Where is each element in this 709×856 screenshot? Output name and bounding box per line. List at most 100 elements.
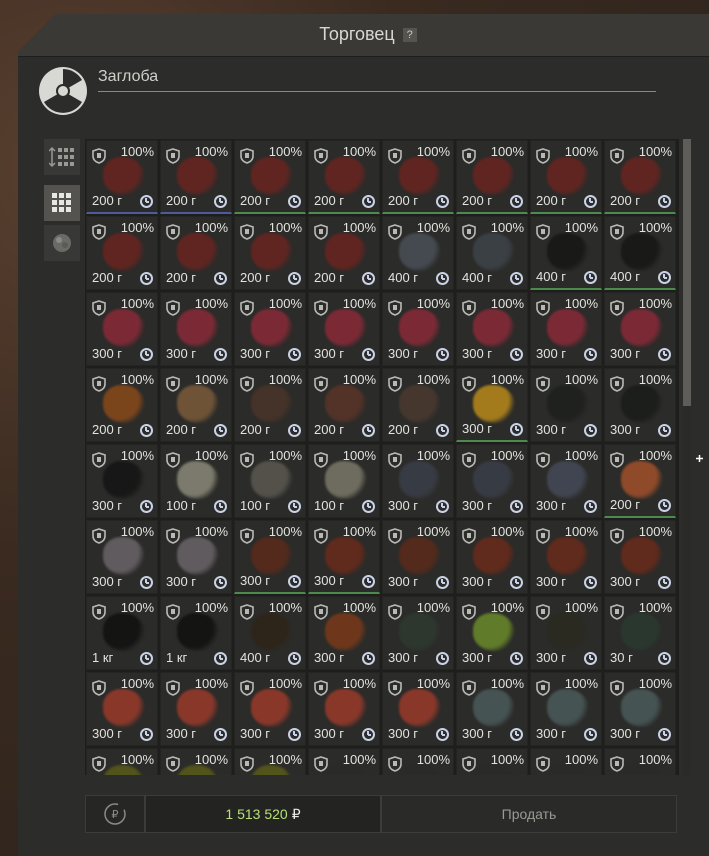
inventory-item[interactable]: 100% 300 г [530,672,602,746]
inventory-item[interactable]: 100% 300 г [456,368,528,442]
inventory-item[interactable]: 100% 400 г [234,596,306,670]
inventory-item[interactable]: 100% 300 г [234,672,306,746]
item-weight: 300 г [536,422,567,437]
inventory-item[interactable]: 100% 400 г [456,216,528,290]
clock-icon [362,652,375,665]
inventory-item[interactable]: 100% 300 г [604,292,676,366]
shield-icon [314,756,328,772]
inventory-item[interactable]: 100% 200 г [234,368,306,442]
inventory-item[interactable]: 100% 400 г [382,216,454,290]
inventory-item[interactable]: 100% [86,748,158,775]
inventory-item[interactable]: 100% 200 г [234,216,306,290]
inventory-item[interactable]: 100% 300 г [160,520,232,594]
inventory-item[interactable]: 100% 30 г [604,596,676,670]
sell-button[interactable]: Продать [381,795,677,833]
clock-icon [214,272,227,285]
inventory-item[interactable]: 100% 1 кг [160,596,232,670]
inventory-item[interactable]: 100% 300 г [456,292,528,366]
inventory-item[interactable]: 100% 200 г [382,368,454,442]
clock-icon [362,575,375,588]
inventory-item[interactable]: 100% 300 г [530,368,602,442]
title-bar[interactable]: Торговец? [18,14,709,57]
inventory-item[interactable]: 100% 300 г [382,520,454,594]
inventory-item[interactable]: 100% 300 г [604,368,676,442]
shield-icon [388,452,402,468]
inventory-item[interactable]: 100% 1 кг [86,596,158,670]
inventory-item[interactable]: 100% 200 г [86,140,158,214]
radiation-icon [39,67,87,115]
inventory-item[interactable]: 100% 300 г [530,520,602,594]
inventory-item[interactable]: 100% 100 г [160,444,232,518]
inventory-item[interactable]: 100% 300 г [382,596,454,670]
inventory-item[interactable]: 100% 300 г [530,444,602,518]
inventory-item[interactable]: 100% 300 г [308,596,380,670]
inventory-item[interactable]: 100% 200 г [382,140,454,214]
window-title: Торговец [319,24,395,44]
inventory-item[interactable]: 100% 200 г [308,216,380,290]
item-condition: 100% [120,296,154,311]
inventory-item[interactable]: 100% [382,748,454,775]
grid-view-button[interactable] [44,185,80,221]
inventory-item[interactable]: 100% 300 г [382,292,454,366]
inventory-item[interactable]: 100% 100 г [308,444,380,518]
inventory-item[interactable]: 100% 300 г [530,292,602,366]
inventory-item[interactable]: 100% 200 г [160,140,232,214]
inventory-item[interactable]: 100% 200 г [456,140,528,214]
inventory-item[interactable]: 100% [456,748,528,775]
inventory-item[interactable]: 100% 300 г [604,672,676,746]
inventory-item[interactable]: 100% 400 г [530,216,602,290]
inventory-item[interactable]: 100% 300 г [160,292,232,366]
inventory-item[interactable]: 100% 300 г [86,292,158,366]
item-weight: 200 г [240,422,271,437]
inventory-item[interactable]: 100% 300 г [308,292,380,366]
inventory-item[interactable]: 100% [308,748,380,775]
inventory-item[interactable]: 100% [234,748,306,775]
currency-button[interactable]: ₽ [85,795,145,833]
inventory-item[interactable]: 100% 300 г [456,672,528,746]
artifact-category-button[interactable] [44,225,80,261]
inventory-item[interactable]: 100% 300 г [530,596,602,670]
inventory-item[interactable]: 100% 100 г [234,444,306,518]
inventory-item[interactable]: 100% 300 г [382,672,454,746]
inventory-item[interactable]: 100% 300 г [382,444,454,518]
item-condition: 100% [268,144,302,159]
inventory-item[interactable]: 100% 200 г [308,140,380,214]
inventory-item[interactable]: 100% 200 г [234,140,306,214]
item-weight: 300 г [314,726,345,741]
inventory-item[interactable]: 100% 300 г [308,520,380,594]
help-button[interactable]: ? [402,28,417,43]
inventory-item[interactable]: 100% 300 г [456,520,528,594]
inventory-item[interactable]: 100% [160,748,232,775]
inventory-item[interactable]: 100% 300 г [234,520,306,594]
item-weight: 300 г [314,346,345,361]
inventory-item[interactable]: 100% 300 г [86,672,158,746]
inventory-item[interactable]: 100% 200 г [160,368,232,442]
clock-icon [288,272,301,285]
artifact-image [251,385,293,423]
inventory-item[interactable]: 100% 200 г [604,140,676,214]
artifact-image [251,613,293,651]
inventory-item[interactable]: 100% 200 г [160,216,232,290]
scrollbar-thumb[interactable] [683,139,691,406]
inventory-item[interactable]: 100% 200 г [86,368,158,442]
inventory-item[interactable]: 100% 200 г [604,444,676,518]
inventory-item[interactable]: 100% 300 г [234,292,306,366]
inventory-item[interactable]: 100% 300 г [86,444,158,518]
scrollbar[interactable] [683,139,691,775]
inventory-item[interactable]: 100% 200 г [530,140,602,214]
artifact-image [177,233,219,271]
inventory-item[interactable]: 100% 300 г [604,520,676,594]
inventory-grid-viewport[interactable]: 100% 200 г 100% 200 г 100% 200 г 100% 200 г 100%… [85,139,679,775]
shield-icon [610,756,624,772]
sort-button[interactable] [44,139,80,175]
inventory-item[interactable]: 100% 400 г [604,216,676,290]
inventory-item[interactable]: 100% [530,748,602,775]
inventory-item[interactable]: 100% 200 г [308,368,380,442]
inventory-item[interactable]: 100% 300 г [160,672,232,746]
inventory-item[interactable]: 100% 300 г [456,596,528,670]
inventory-item[interactable]: 100% 300 г [308,672,380,746]
inventory-item[interactable]: 100% 300 г [86,520,158,594]
inventory-item[interactable]: 100% [604,748,676,775]
inventory-item[interactable]: 100% 200 г [86,216,158,290]
inventory-item[interactable]: 100% 300 г [456,444,528,518]
